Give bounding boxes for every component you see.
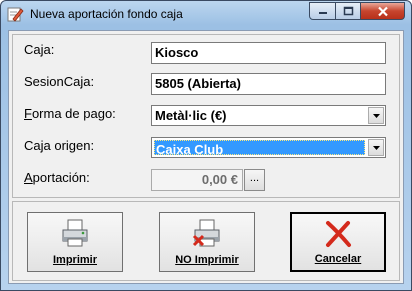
caja-label: Caja:: [24, 42, 55, 57]
no-imprimir-button[interactable]: NO Imprimir: [159, 212, 255, 272]
aportacion-accelerator: A: [24, 170, 33, 185]
no-imprimir-label: NO Imprimir: [175, 254, 239, 266]
button-panel: Imprimir NO Imprimir Cancelar: [12, 201, 400, 281]
title-bar[interactable]: Nueva aportación fondo caja: [1, 1, 411, 27]
cancelar-label: Cancelar: [314, 253, 362, 265]
edit-icon: [7, 7, 24, 22]
minimize-icon: [318, 12, 327, 14]
sesion-caja-field[interactable]: 5805 (Abierta): [151, 73, 386, 95]
close-button[interactable]: [360, 2, 405, 20]
cancel-x-icon: [326, 221, 351, 247]
imprimir-button[interactable]: Imprimir: [27, 212, 123, 272]
maximize-button[interactable]: [335, 2, 361, 20]
form-panel: Caja: Kiosco SesionCaja: 5805 (Abierta) …: [12, 34, 400, 198]
forma-pago-value: Metàl·lic (€): [155, 108, 227, 123]
forma-pago-label: Forma de pago:: [24, 106, 116, 121]
caja-field[interactable]: Kiosco: [151, 42, 386, 64]
dialog-window: Nueva aportación fondo caja Caja: Kiosco…: [0, 0, 412, 291]
cancelar-button[interactable]: Cancelar: [290, 212, 386, 272]
minimize-button[interactable]: [309, 2, 336, 20]
sesion-caja-label: SesionCaja:: [24, 74, 95, 89]
caja-origen-selection: Caixa Club: [154, 140, 365, 157]
caja-origen-value: Caixa Club: [156, 142, 224, 157]
caja-origen-dropdown-button[interactable]: [368, 139, 384, 156]
dialog-client-area: Caja: Kiosco SesionCaja: 5805 (Abierta) …: [8, 30, 404, 284]
forma-pago-label-text: orma de pago:: [31, 106, 116, 121]
forma-pago-dropdown-button[interactable]: [368, 107, 384, 124]
aportacion-label-text: portación:: [32, 170, 90, 185]
caja-origen-select[interactable]: Caixa Club: [151, 137, 386, 158]
window-title: Nueva aportación fondo caja: [30, 7, 183, 21]
imprimir-label: Imprimir: [52, 254, 97, 266]
aportacion-browse-button[interactable]: ...: [244, 169, 265, 191]
caja-origen-label: Caja origen:: [24, 138, 95, 153]
close-icon: [377, 6, 388, 16]
aportacion-label: Aportación:: [24, 170, 90, 185]
chevron-down-icon: [372, 145, 380, 150]
forma-pago-accelerator: F: [24, 106, 32, 121]
forma-pago-select[interactable]: Metàl·lic (€): [151, 105, 386, 126]
maximize-icon: [343, 6, 353, 16]
printer-cancel-icon: [192, 219, 220, 247]
printer-icon: [62, 219, 88, 247]
aportacion-field[interactable]: 0,00 €: [151, 169, 243, 191]
chevron-down-icon: [372, 113, 380, 118]
